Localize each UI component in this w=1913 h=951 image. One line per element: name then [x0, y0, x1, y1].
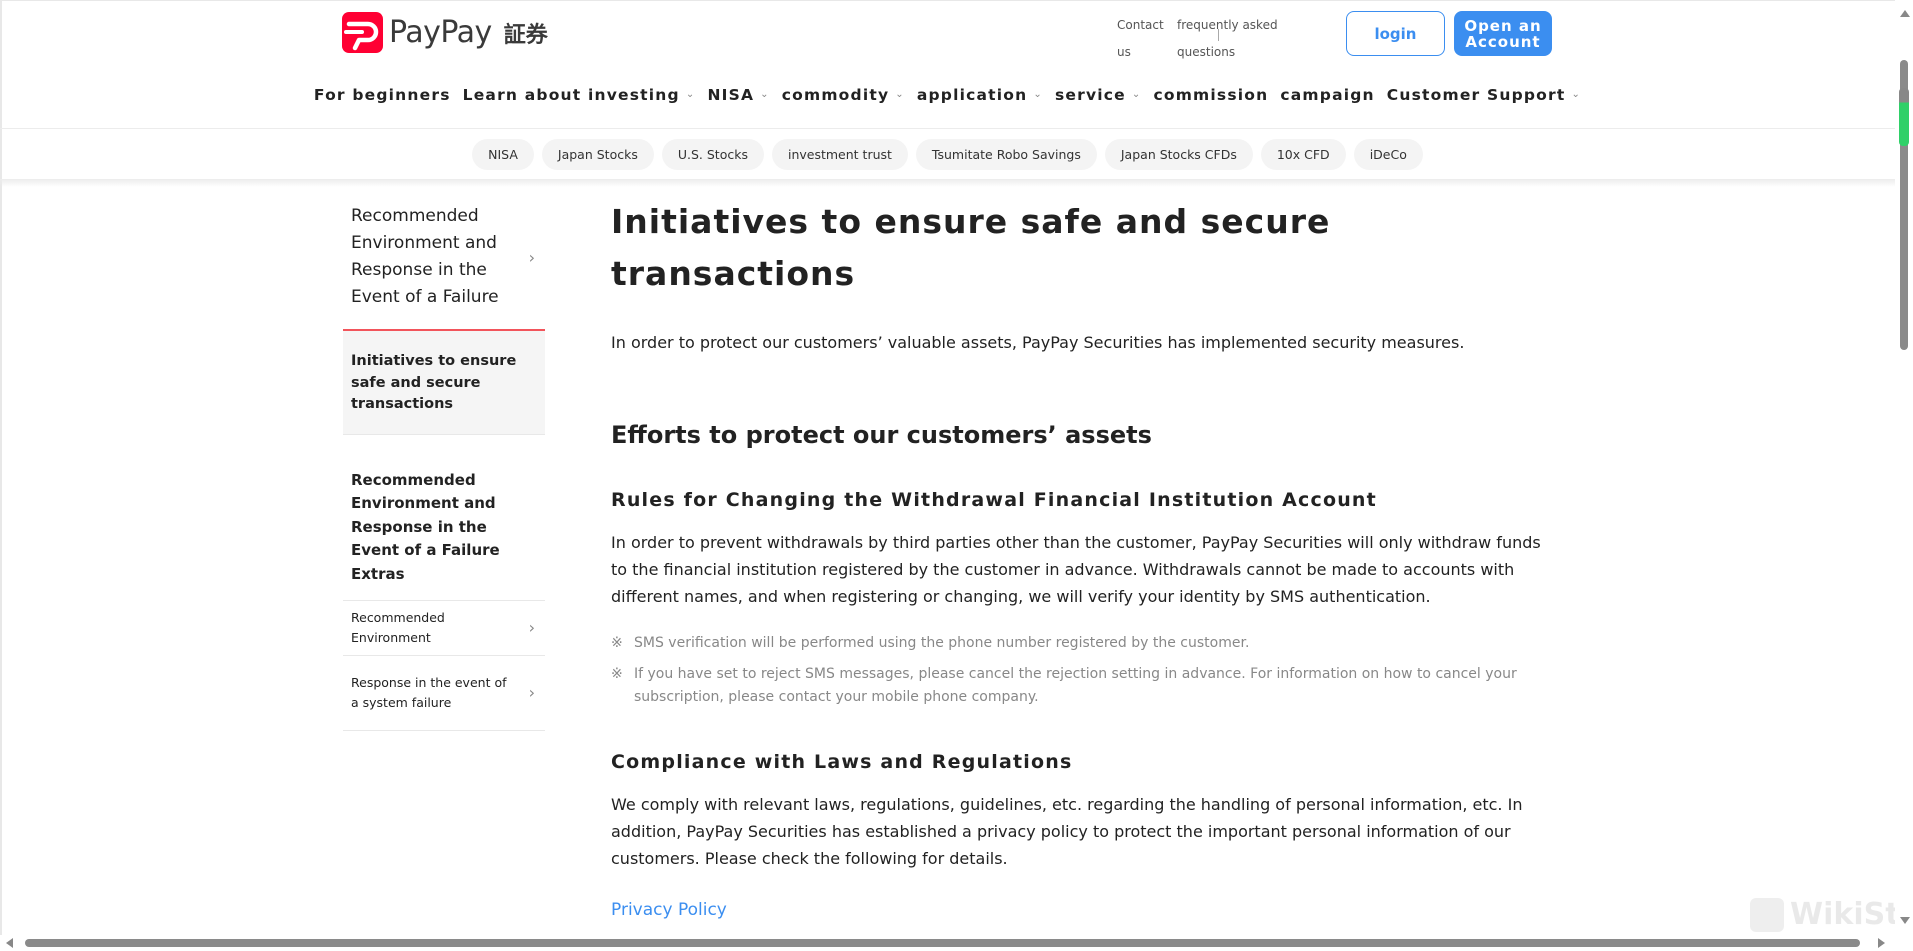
subnav-10x-cfd[interactable]: 10x CFD	[1260, 139, 1346, 170]
nav-commodity[interactable]: commodity ⌄	[782, 86, 905, 104]
subnav-ideco[interactable]: iDeCo	[1353, 139, 1423, 170]
main-nav: For beginners Learn about investing ⌄ NIS…	[0, 86, 1895, 104]
subnav-us-stocks[interactable]: U.S. Stocks	[661, 139, 764, 170]
page-title: Initiatives to ensure safe and secure tr…	[611, 202, 1331, 293]
chevron-right-icon: ›	[528, 683, 535, 702]
main-content: Initiatives to ensure safe and secure tr…	[611, 196, 1561, 920]
utility-links: Contact us frequently asked questions	[1117, 12, 1287, 66]
notes-list: ※ SMS verification will be performed usi…	[611, 632, 1561, 709]
scroll-left-arrow-icon[interactable]	[6, 938, 13, 948]
nav-campaign[interactable]: campaign	[1280, 86, 1374, 104]
contact-us-link[interactable]: Contact us	[1117, 12, 1177, 66]
reference-mark-icon: ※	[611, 666, 623, 682]
chevron-down-icon: ⌄	[760, 88, 770, 100]
subnav-investment-trust[interactable]: investment trust	[771, 139, 908, 170]
section-title: Efforts to protect our customers’ assets	[611, 421, 1152, 449]
header-divider	[0, 128, 1895, 129]
sidebar-item-recommended-environment[interactable]: Recommended Environment ›	[343, 601, 545, 656]
subnav-japan-stocks[interactable]: Japan Stocks	[541, 139, 654, 170]
reference-mark-icon: ※	[611, 635, 623, 651]
login-button[interactable]: login	[1346, 11, 1445, 56]
nav-nisa[interactable]: NISA ⌄	[707, 86, 769, 104]
nav-customer-support[interactable]: Customer Support ⌄	[1387, 86, 1581, 104]
scroll-position-indicator	[1899, 88, 1909, 146]
note-item: ※ SMS verification will be performed usi…	[611, 632, 1561, 655]
subsection-title-withdrawal: Rules for Changing the Withdrawal Financ…	[611, 489, 1377, 511]
product-sub-nav: NISA Japan Stocks U.S. Stocks investment…	[0, 139, 1895, 170]
sidebar-group-title: Recommended Environment and Response in …	[343, 435, 545, 601]
nav-application[interactable]: application ⌄	[917, 86, 1043, 104]
chevron-down-icon: ⌄	[1033, 88, 1043, 100]
scroll-down-arrow-icon[interactable]	[1900, 917, 1910, 924]
intro-text: In order to protect our customers’ valua…	[611, 333, 1465, 352]
logo-suffix: 証券	[503, 22, 548, 48]
sidebar: Recommended Environment and Response in …	[343, 195, 545, 731]
subnav-nisa[interactable]: NISA	[472, 139, 534, 170]
logo-text: PayPay	[389, 15, 492, 50]
chevron-down-icon: ⌄	[1131, 88, 1142, 100]
paypay-logo-icon	[342, 12, 383, 53]
nav-learn-about-investing[interactable]: Learn about investing ⌄	[463, 86, 696, 104]
chevron-down-icon: ⌄	[1571, 88, 1582, 100]
subnav-shadow	[0, 179, 1895, 187]
nav-service[interactable]: service ⌄	[1055, 86, 1142, 104]
nav-for-beginners[interactable]: For beginners	[314, 86, 451, 104]
site-header: PayPay 証券 Contact us frequently asked qu…	[0, 0, 1895, 128]
nav-commission[interactable]: commission	[1153, 86, 1268, 104]
paypay-logo[interactable]: PayPay 証券	[342, 12, 548, 53]
vertical-scrollbar[interactable]	[1895, 0, 1913, 935]
scroll-right-arrow-icon[interactable]	[1878, 938, 1885, 948]
subsection-body-compliance: We comply with relevant laws, regulation…	[611, 795, 1523, 868]
faq-link[interactable]: frequently asked questions	[1177, 12, 1287, 66]
chevron-down-icon: ⌄	[685, 88, 696, 100]
chevron-right-icon: ›	[528, 618, 535, 637]
sidebar-item-active[interactable]: Initiatives to ensure safe and secure tr…	[343, 331, 545, 435]
chevron-down-icon: ⌄	[895, 88, 905, 100]
horizontal-scrollbar[interactable]	[0, 935, 1913, 951]
utility-divider	[1218, 29, 1219, 41]
privacy-policy-link[interactable]: Privacy Policy	[611, 900, 727, 920]
subsection-body-withdrawal: In order to prevent withdrawals by third…	[611, 533, 1541, 606]
note-item: ※ If you have set to reject SMS messages…	[611, 663, 1561, 709]
sidebar-parent-link[interactable]: Recommended Environment and Response in …	[343, 195, 545, 331]
sidebar-item-system-failure[interactable]: Response in the event of a system failur…	[343, 656, 545, 731]
open-account-button[interactable]: Open an Account	[1454, 11, 1552, 56]
wikistock-logo-icon	[1750, 897, 1784, 932]
wikistock-watermark: WikiStock	[1750, 897, 1913, 932]
subnav-japan-stocks-cfds[interactable]: Japan Stocks CFDs	[1104, 139, 1253, 170]
scroll-up-arrow-icon[interactable]	[1900, 10, 1910, 17]
chevron-right-icon: ›	[528, 247, 535, 267]
subsection-title-compliance: Compliance with Laws and Regulations	[611, 751, 1073, 773]
subnav-tsumitate-robo[interactable]: Tsumitate Robo Savings	[915, 139, 1097, 170]
horizontal-scroll-thumb[interactable]	[25, 939, 1860, 947]
